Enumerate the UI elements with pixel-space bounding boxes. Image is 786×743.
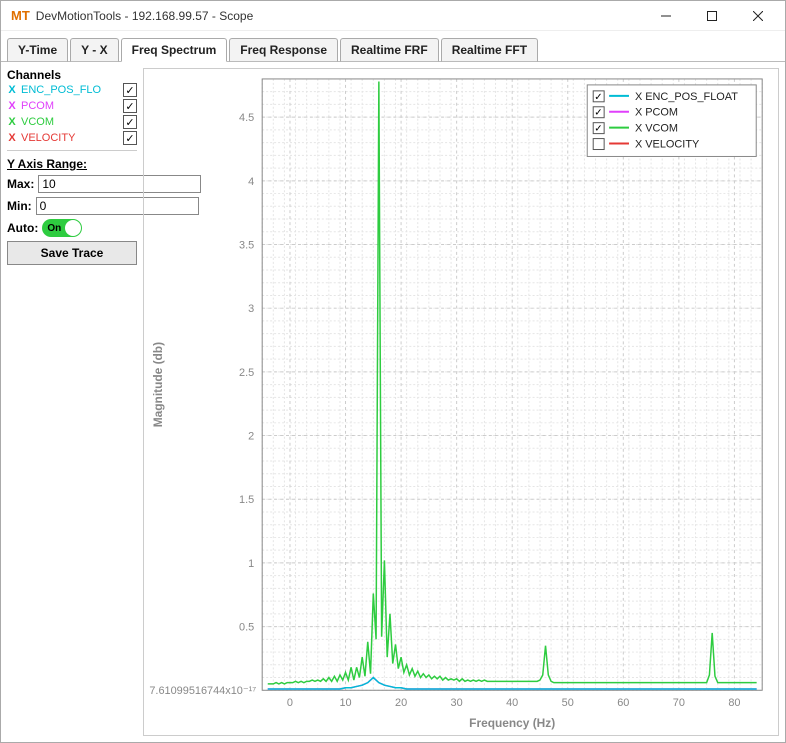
auto-toggle[interactable]: On xyxy=(42,219,82,237)
svg-text:7.61099516744x10⁻¹⁷: 7.61099516744x10⁻¹⁷ xyxy=(149,685,256,697)
minimize-button[interactable] xyxy=(643,2,689,30)
channels-label: Channels xyxy=(7,68,137,82)
svg-text:70: 70 xyxy=(673,697,685,709)
channel-name: VCOM xyxy=(21,116,119,128)
channel-axis: X xyxy=(7,132,17,144)
svg-text:Magnitude (db): Magnitude (db) xyxy=(151,342,165,427)
svg-text:4: 4 xyxy=(248,176,254,188)
channel-name: PCOM xyxy=(21,100,119,112)
svg-text:20: 20 xyxy=(395,697,407,709)
sidebar: Channels X ENC_POS_FLO ✓ X PCOM ✓ X VCOM ✓ X VELOC… xyxy=(7,68,137,736)
channel-row-vcom: X VCOM ✓ xyxy=(7,114,137,130)
svg-text:80: 80 xyxy=(728,697,740,709)
svg-text:✓: ✓ xyxy=(594,124,602,135)
svg-text:✓: ✓ xyxy=(594,92,602,103)
channels-panel: Channels X ENC_POS_FLO ✓ X PCOM ✓ X VCOM ✓ X VELOC… xyxy=(7,68,137,151)
auto-row: Auto: On xyxy=(7,219,137,237)
channel-name: VELOCITY xyxy=(21,132,119,144)
tab-realtime-fft[interactable]: Realtime FFT xyxy=(441,38,538,62)
channel-row-velocity: X VELOCITY ✓ xyxy=(7,130,137,146)
channel-axis: X xyxy=(7,84,17,96)
max-label: Max: xyxy=(7,177,34,191)
maximize-button[interactable] xyxy=(689,2,735,30)
svg-text:0.5: 0.5 xyxy=(239,622,254,634)
tab-freq-response[interactable]: Freq Response xyxy=(229,38,338,62)
svg-text:1: 1 xyxy=(248,558,254,570)
spectrum-chart: 0 10 20 30 40 50 60 70 80 0.5 1 1.5 2 2.5 3 3.5 4 4.5 7.61… xyxy=(144,69,778,735)
svg-text:4.5: 4.5 xyxy=(239,112,254,124)
app-window: MT DevMotionTools - 192.168.99.57 - Scop… xyxy=(0,0,786,743)
svg-text:30: 30 xyxy=(451,697,463,709)
svg-text:2: 2 xyxy=(248,431,254,443)
channel-checkbox[interactable]: ✓ xyxy=(123,99,137,113)
svg-text:X PCOM: X PCOM xyxy=(635,107,678,119)
chart-area: 0 10 20 30 40 50 60 70 80 0.5 1 1.5 2 2.5 3 3.5 4 4.5 7.61… xyxy=(143,68,779,736)
svg-text:0: 0 xyxy=(287,697,293,709)
tab-y-x[interactable]: Y - X xyxy=(70,38,118,62)
content-area: Channels X ENC_POS_FLO ✓ X PCOM ✓ X VCOM ✓ X VELOC… xyxy=(1,62,785,742)
svg-text:1.5: 1.5 xyxy=(239,494,254,506)
svg-text:2.5: 2.5 xyxy=(239,367,254,379)
auto-label: Auto: xyxy=(7,221,38,235)
svg-text:✓: ✓ xyxy=(594,108,602,119)
titlebar: MT DevMotionTools - 192.168.99.57 - Scop… xyxy=(1,1,785,31)
close-button[interactable] xyxy=(735,2,781,30)
save-trace-button[interactable]: Save Trace xyxy=(7,241,137,265)
svg-text:3.5: 3.5 xyxy=(239,239,254,251)
toggle-knob-icon xyxy=(65,220,81,236)
tab-freq-spectrum[interactable]: Freq Spectrum xyxy=(121,38,228,62)
svg-text:X VELOCITY: X VELOCITY xyxy=(635,139,700,151)
svg-text:10: 10 xyxy=(339,697,351,709)
svg-text:X ENC_POS_FLOAT: X ENC_POS_FLOAT xyxy=(635,91,738,103)
channel-axis: X xyxy=(7,116,17,128)
min-field-row: Min: xyxy=(7,197,137,215)
channel-checkbox[interactable]: ✓ xyxy=(123,83,137,97)
auto-toggle-state: On xyxy=(47,223,61,234)
channel-row-enc_pos_float: X ENC_POS_FLO ✓ xyxy=(7,82,137,98)
max-field-row: Max: xyxy=(7,175,137,193)
min-label: Min: xyxy=(7,199,32,213)
svg-text:X VCOM: X VCOM xyxy=(635,123,678,135)
channel-row-pcom: X PCOM ✓ xyxy=(7,98,137,114)
channel-checkbox[interactable]: ✓ xyxy=(123,115,137,129)
svg-text:60: 60 xyxy=(617,697,629,709)
tab-y-time[interactable]: Y-Time xyxy=(7,38,68,62)
channel-checkbox[interactable]: ✓ xyxy=(123,131,137,145)
app-icon: MT xyxy=(5,8,36,23)
svg-text:Frequency (Hz): Frequency (Hz) xyxy=(469,716,555,730)
svg-text:3: 3 xyxy=(248,303,254,315)
svg-text:40: 40 xyxy=(506,697,518,709)
tab-bar: Y-TimeY - XFreq SpectrumFreq ResponseRea… xyxy=(1,31,785,62)
y-axis-range-label: Y Axis Range: xyxy=(7,157,137,171)
svg-text:50: 50 xyxy=(562,697,574,709)
channel-name: ENC_POS_FLO xyxy=(21,84,119,96)
window-buttons xyxy=(643,2,781,30)
channel-axis: X xyxy=(7,100,17,112)
tab-realtime-frf[interactable]: Realtime FRF xyxy=(340,38,439,62)
window-title: DevMotionTools - 192.168.99.57 - Scope xyxy=(36,9,643,23)
